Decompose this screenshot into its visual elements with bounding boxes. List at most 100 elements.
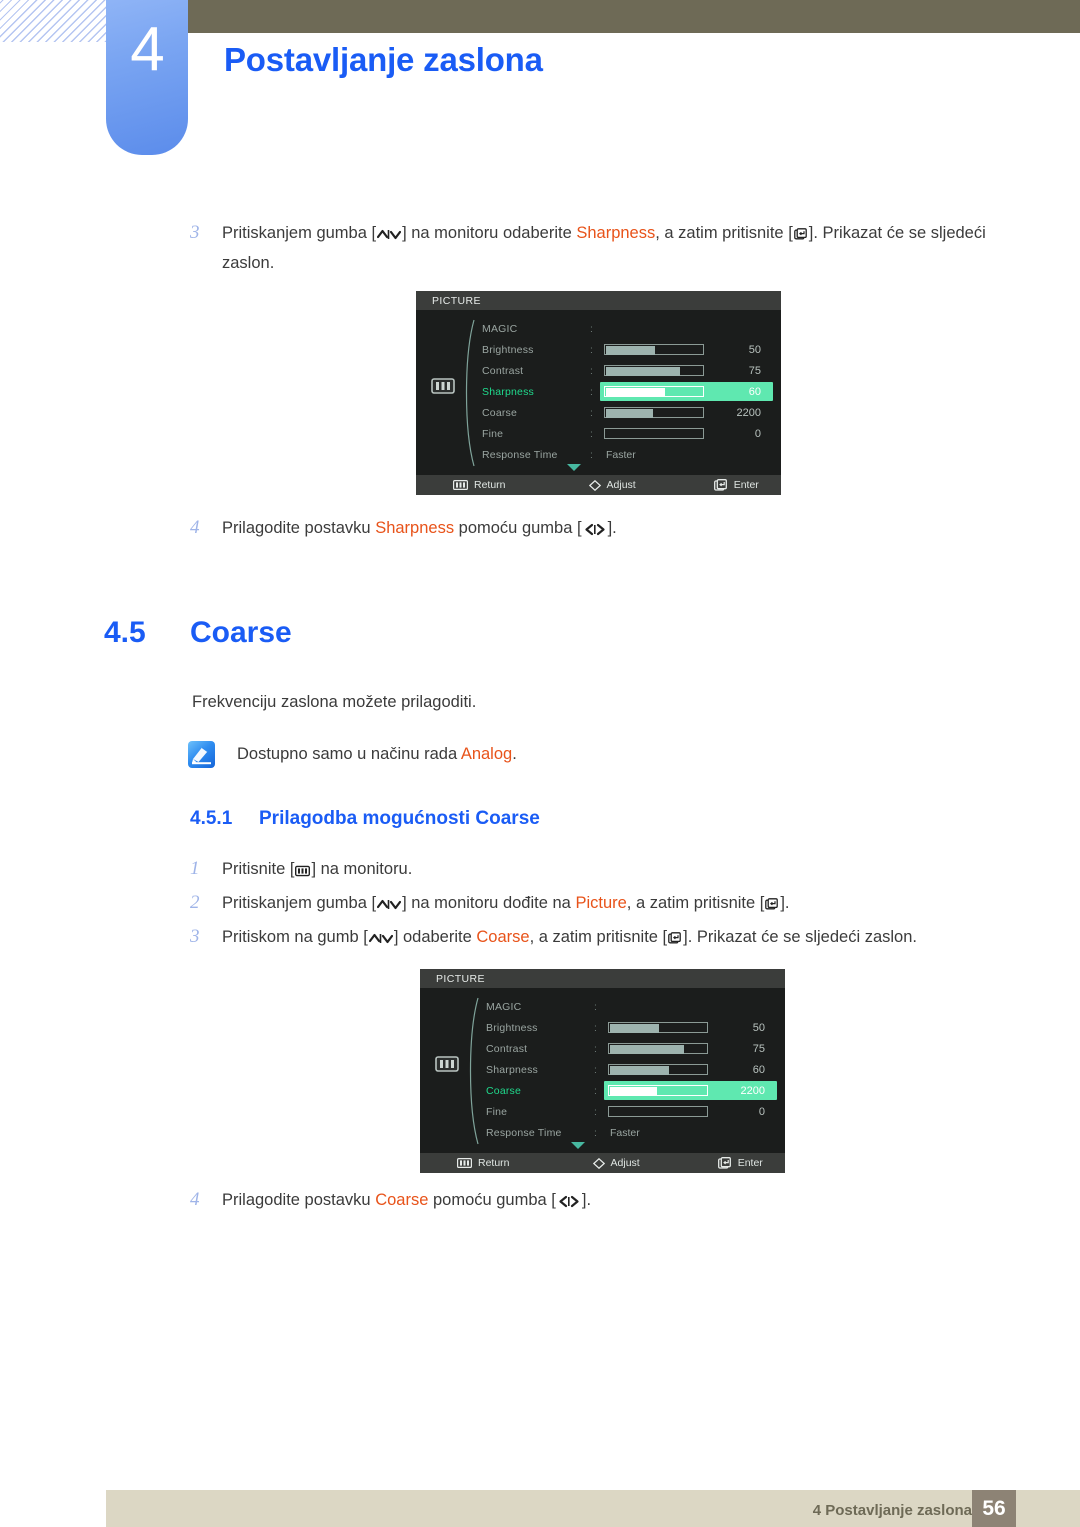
osd-slider[interactable] (608, 1043, 708, 1054)
osd-slider[interactable] (604, 386, 704, 397)
osd-slider-track (604, 428, 704, 439)
step-number: 2 (190, 892, 200, 913)
step-sharpness-3: 3 Pritiskanjem gumba [] na monitoru odab… (190, 218, 1000, 278)
osd-enter-action[interactable]: Enter (717, 1157, 763, 1169)
osd-scroll-down-arrow[interactable] (566, 464, 581, 471)
step-text-part: pomoću gumba [ (454, 519, 582, 537)
osd-adjust-action[interactable]: Adjust (588, 479, 636, 491)
osd-row[interactable]: Response Time: Faster (472, 444, 775, 465)
osd-slider-fill (610, 1024, 659, 1033)
osd-row[interactable]: Coarse: 2200 (472, 402, 775, 423)
osd-row[interactable]: Brightness: 50 (476, 1017, 779, 1038)
header-brown-bar (186, 0, 1080, 33)
osd-row-colon: : (594, 1105, 597, 1118)
step-text-part: ] na monitoru odaberite (402, 224, 577, 242)
osd-adjust-action[interactable]: Adjust (592, 1157, 640, 1169)
osd-slider[interactable] (604, 344, 704, 355)
note-text: Dostupno samo u načinu rada Analog. (237, 740, 517, 768)
osd-return-label: Return (474, 479, 506, 491)
osd-row-label: Contrast (486, 1042, 528, 1055)
step-coarse-1: 1 Pritisnite [] na monitoru. (190, 854, 1000, 884)
step-highlight: Sharpness (375, 519, 455, 537)
osd-row[interactable]: MAGIC: (472, 318, 775, 339)
osd-slider-track (608, 1106, 708, 1117)
menu-icon (453, 480, 468, 490)
osd-row[interactable]: Sharpness: 60 (476, 1059, 779, 1080)
osd-slider[interactable] (608, 1064, 708, 1075)
osd-row[interactable]: MAGIC: (476, 996, 779, 1017)
osd-row[interactable]: Sharpness: 60 (472, 381, 775, 402)
osd-scroll-down-arrow[interactable] (570, 1142, 585, 1149)
osd-row[interactable]: Brightness: 50 (472, 339, 775, 360)
osd-row-value: 2200 (740, 1084, 765, 1097)
osd-row-colon: : (594, 1084, 597, 1097)
osd-row[interactable]: Fine: 0 (476, 1101, 779, 1122)
osd-row-label: Coarse (486, 1084, 522, 1097)
osd-row-label: Fine (482, 427, 504, 440)
osd-slider-fill (606, 346, 655, 355)
step-text-part: ]. (581, 1191, 592, 1209)
page-number-box: 56 (972, 1490, 1016, 1527)
osd-rows: MAGIC: Brightness: 50 Contrast: 75 Sharpness:… (472, 318, 775, 465)
osd-row[interactable]: Contrast: 75 (476, 1038, 779, 1059)
osd-row-colon: : (590, 427, 593, 440)
osd-row-label: MAGIC (486, 1000, 522, 1013)
osd-slider[interactable] (604, 428, 704, 439)
step-number: 4 (190, 1189, 200, 1210)
osd-row-value: Faster (606, 448, 636, 461)
step-text: Pritiskom na gumb [] odaberite Coarse, a… (222, 922, 917, 952)
osd-row-label: Brightness (482, 343, 534, 356)
chapter-tab: 4 (106, 0, 188, 155)
menu-icon (435, 1056, 459, 1072)
subsection-title: Prilagodba mogućnosti Coarse (259, 808, 540, 829)
osd-slider[interactable] (604, 407, 704, 418)
step-text-part: Pritiskanjem gumba [ (222, 224, 377, 242)
osd-row-label: Sharpness (482, 385, 534, 398)
osd-row-value: 0 (758, 1105, 765, 1118)
osd-row-value: 50 (752, 1021, 765, 1034)
step-text-part: Pritisnite [ (222, 860, 295, 878)
osd-row-label: Sharpness (486, 1063, 538, 1076)
note-text-part: . (512, 745, 517, 763)
osd-slider-track (604, 365, 704, 376)
osd-slider[interactable] (604, 365, 704, 376)
osd-row[interactable]: Response Time: Faster (476, 1122, 779, 1143)
osd-enter-action[interactable]: Enter (713, 479, 759, 491)
osd-slider-track (604, 407, 704, 418)
osd-title: PICTURE (420, 969, 785, 988)
step-highlight: Sharpness (576, 224, 656, 242)
osd-row-colon: : (594, 1042, 597, 1055)
osd-row-value: 0 (754, 427, 761, 440)
osd-slider-track (608, 1085, 708, 1096)
step-coarse-3: 3 Pritiskom na gumb [] odaberite Coarse,… (190, 922, 1020, 952)
osd-row[interactable]: Contrast: 75 (472, 360, 775, 381)
osd-row[interactable]: Coarse: 2200 (476, 1080, 779, 1101)
step-number: 4 (190, 517, 200, 538)
osd-row[interactable]: Fine: 0 (472, 423, 775, 444)
section-title: Coarse (190, 616, 292, 649)
left-right-key-icon (583, 523, 607, 536)
osd-slider-fill (610, 1087, 658, 1096)
osd-row-colon: : (594, 1126, 597, 1139)
chapter-title: Postavljanje zaslona (224, 41, 543, 78)
osd-row-label: Response Time (482, 448, 558, 461)
osd-slider-track (604, 386, 704, 397)
osd-row-label: Response Time (486, 1126, 562, 1139)
osd-row-colon: : (594, 1000, 597, 1013)
osd-slider[interactable] (608, 1085, 708, 1096)
left-right-key-icon (557, 1195, 581, 1208)
osd-enter-label: Enter (737, 1157, 763, 1169)
osd-row-colon: : (590, 364, 593, 377)
step-number: 3 (190, 926, 200, 947)
osd-return-action[interactable]: Return (457, 1157, 510, 1169)
osd-slider[interactable] (608, 1106, 708, 1117)
osd-slider[interactable] (608, 1022, 708, 1033)
enter-key-icon (717, 1157, 731, 1169)
menu-icon (431, 378, 455, 394)
osd-rows: MAGIC: Brightness: 50 Contrast: 75 Sharpness:… (476, 996, 779, 1143)
step-text-part: ] odaberite (393, 928, 477, 946)
step-sharpness-4: 4 Prilagodite postavku Sharpness pomoću … (190, 513, 1000, 543)
osd-return-action[interactable]: Return (453, 479, 506, 491)
step-text-part: ] na monitoru. (311, 860, 413, 878)
osd-slider-track (604, 344, 704, 355)
